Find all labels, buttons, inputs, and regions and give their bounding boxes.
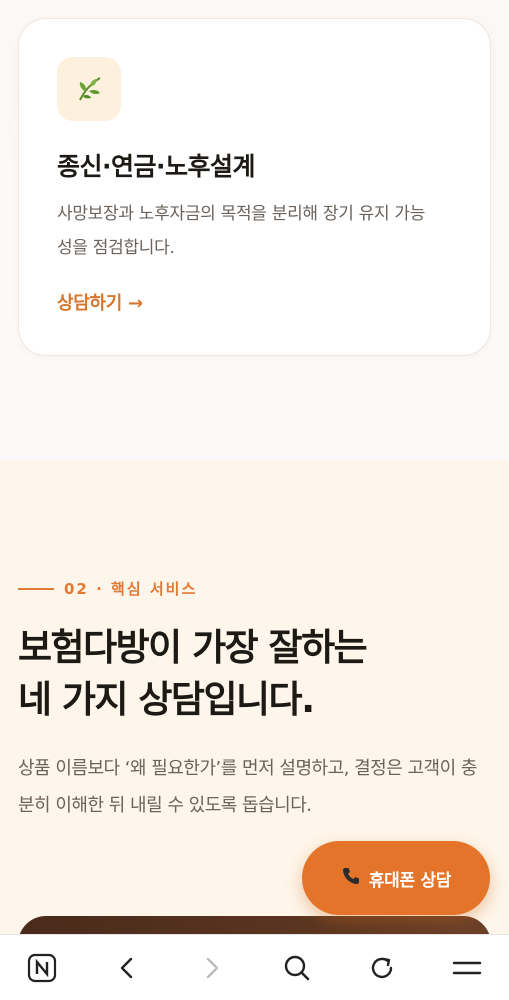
- section-headline: 보험다방이 가장 잘하는 네 가지 상담입니다.: [18, 622, 488, 726]
- naver-home-icon: [28, 953, 57, 982]
- card-description: 사망보장과 노후자금의 목적을 분리해 장기 유지 가능성을 점검합니다.: [57, 204, 426, 258]
- naver-home-button[interactable]: [17, 943, 67, 993]
- eyebrow-line: [18, 587, 54, 590]
- top-area: 종신·연금·노후설계 사망보장과 노후자금의 목적을 분리해 장기 유지 가능성…: [0, 0, 509, 460]
- headline-line-2: 네 가지 상담입니다.: [18, 678, 315, 721]
- headline-line-1: 보험다방이 가장 잘하는: [18, 626, 368, 669]
- core-services-section: 02 · 핵심 서비스 보험다방이 가장 잘하는 네 가지 상담입니다. 상품 …: [0, 460, 509, 1000]
- back-icon: [121, 957, 133, 978]
- menu-icon: [452, 961, 481, 974]
- browser-toolbar: [0, 934, 509, 1000]
- forward-icon: [206, 957, 219, 978]
- phone-icon: [341, 866, 361, 891]
- phone-consult-button[interactable]: 휴대폰 상담: [302, 841, 490, 915]
- phone-consult-label: 휴대폰 상담: [368, 870, 452, 891]
- back-button[interactable]: [102, 943, 152, 993]
- menu-button[interactable]: [442, 943, 492, 993]
- card-title: 종신·연금·노후설계: [57, 152, 256, 181]
- refresh-button[interactable]: [357, 943, 407, 993]
- forward-button[interactable]: [187, 943, 237, 993]
- herb-leaf-icon: [57, 57, 121, 121]
- search-button[interactable]: [272, 943, 322, 993]
- search-icon: [284, 955, 310, 980]
- refresh-icon: [371, 957, 392, 978]
- section-description: 상품 이름보다 ‘왜 필요한가’를 먼저 설명하고, 결정은 고객이 충분히 이…: [18, 758, 477, 816]
- consult-link[interactable]: 상담하기 →: [57, 289, 143, 315]
- service-card: 종신·연금·노후설계 사망보장과 노후자금의 목적을 분리해 장기 유지 가능성…: [18, 18, 491, 356]
- eyebrow-text: 02 · 핵심 서비스: [64, 580, 198, 598]
- section-eyebrow: 02 · 핵심 서비스: [18, 578, 197, 599]
